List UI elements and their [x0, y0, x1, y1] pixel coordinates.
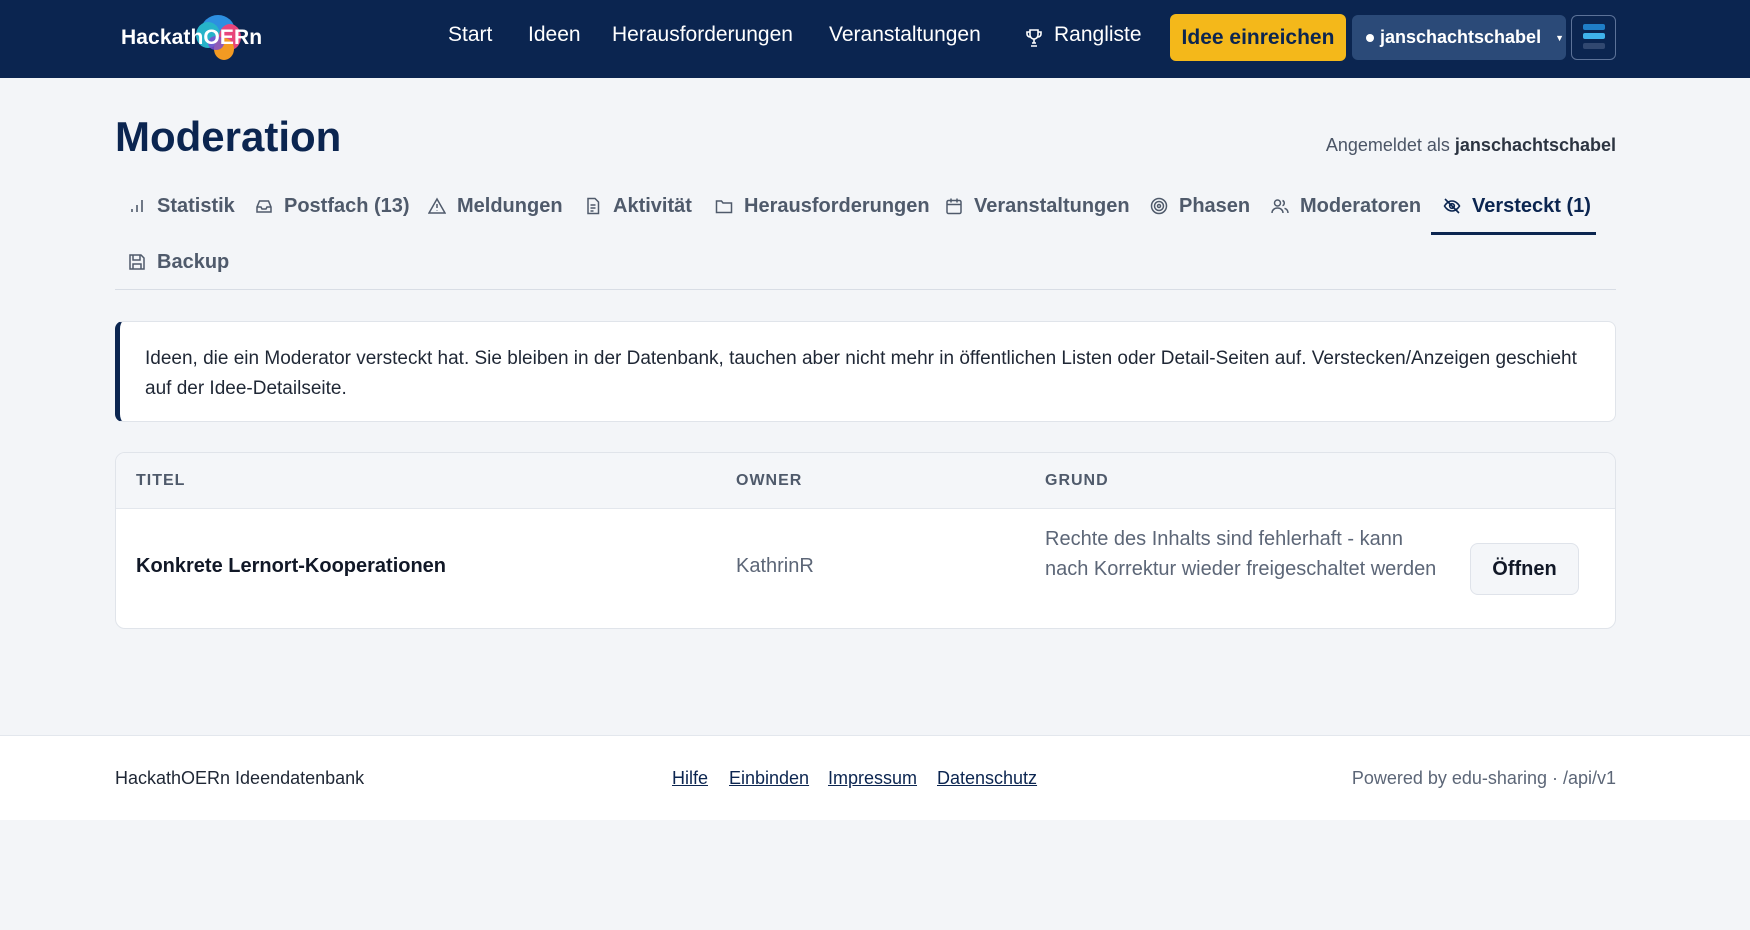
- nav-ideen[interactable]: Ideen: [528, 23, 581, 47]
- footer-brand: HackathOERn Ideendatenbank: [115, 768, 365, 788]
- tab-label: Versteckt (1): [1472, 194, 1591, 217]
- tab-label: Moderatoren: [1300, 194, 1422, 217]
- caret-down-icon: ▼: [1555, 32, 1564, 43]
- logged-in-user: janschachtschabel: [1454, 135, 1616, 155]
- nav-rangliste[interactable]: Rangliste: [1054, 23, 1142, 47]
- footer-link-impressum[interactable]: Impressum: [828, 768, 917, 789]
- tab-meldungen[interactable]: Meldungen: [428, 191, 563, 221]
- status-dot-icon: [1366, 33, 1374, 42]
- tab-herausforderungen[interactable]: Herausforderungen: [715, 191, 930, 221]
- tab-label: Phasen: [1179, 194, 1251, 217]
- save-icon: [129, 254, 145, 270]
- logged-in-prefix: Angemeldet als: [1325, 135, 1450, 155]
- bar-chart-icon: [131, 200, 143, 212]
- logo[interactable]: HackathOERn: [121, 11, 263, 65]
- tab-label: Meldungen: [457, 194, 563, 217]
- warning-icon: [428, 197, 446, 214]
- tab-veranstaltungen[interactable]: Veranstaltungen: [945, 191, 1130, 221]
- open-idea-button[interactable]: Öffnen: [1470, 543, 1579, 595]
- username-label: janschachtschabel: [1380, 27, 1542, 47]
- top-navigation-bar: HackathOERn Start Ideen Herausforderunge…: [0, 0, 1750, 78]
- tab-postfach[interactable]: Postfach (13): [255, 191, 410, 221]
- tab-label: Statistik: [157, 194, 235, 217]
- nav-start[interactable]: Start: [448, 23, 492, 47]
- eye-off-icon: [1443, 198, 1461, 214]
- stack-icon-middle: [1583, 33, 1605, 39]
- table-header: TITEL OWNER GRUND: [116, 453, 1615, 509]
- tab-statistik[interactable]: Statistik: [128, 191, 235, 221]
- footer-powered-by: Powered by edu-sharing · /api/v1: [1351, 768, 1616, 788]
- column-header-grund: GRUND: [1045, 472, 1109, 489]
- tab-versteckt[interactable]: Versteckt (1): [1443, 191, 1591, 221]
- tab-phasen[interactable]: Phasen: [1150, 191, 1250, 221]
- tab-moderatoren[interactable]: Moderatoren: [1271, 191, 1421, 221]
- active-tab-indicator: [1431, 232, 1596, 235]
- idea-owner: KathrinR: [736, 555, 814, 577]
- footer: HackathOERn Ideendatenbank Hilfe Einbind…: [0, 735, 1750, 820]
- tab-label: Herausforderungen: [744, 194, 930, 217]
- tab-label: Veranstaltungen: [974, 194, 1130, 217]
- folder-icon: [715, 200, 733, 214]
- document-icon: [587, 197, 600, 215]
- column-header-titel: TITEL: [136, 472, 186, 489]
- tab-aktivitaet[interactable]: Aktivität: [584, 191, 692, 221]
- idea-title: Konkrete Lernort-Kooperationen: [136, 555, 447, 577]
- hide-reason: Rechte des Inhalts sind fehlerhaft - kan…: [1045, 528, 1437, 580]
- stack-icon-bottom: [1583, 43, 1605, 49]
- tab-label: Backup: [157, 250, 230, 273]
- table-row: Konkrete Lernort-Kooperationen KathrinR …: [116, 509, 1615, 628]
- info-box: Ideen, die ein Moderator versteckt hat. …: [115, 321, 1616, 422]
- footer-link-einbinden[interactable]: Einbinden: [729, 768, 809, 789]
- footer-link-hilfe[interactable]: Hilfe: [672, 768, 708, 789]
- nav-veranstaltungen[interactable]: Veranstaltungen: [829, 23, 981, 47]
- stack-icon-top: [1583, 24, 1605, 30]
- footer-link-datenschutz[interactable]: Datenschutz: [937, 768, 1037, 789]
- tab-label: Aktivität: [613, 194, 692, 217]
- users-icon: [1271, 199, 1289, 214]
- target-icon: [1150, 197, 1168, 215]
- column-header-owner: OWNER: [736, 472, 803, 489]
- tab-backup[interactable]: Backup: [128, 247, 229, 277]
- logged-in-info: Angemeldet als janschachtschabel: [1326, 135, 1616, 156]
- trophy-icon: [1026, 29, 1042, 47]
- theme-toggle-button[interactable]: [1571, 15, 1616, 60]
- inbox-icon: [256, 200, 272, 213]
- submit-idea-button[interactable]: Idee einreichen: [1170, 14, 1346, 61]
- tab-label: Postfach (13): [284, 194, 410, 217]
- page-title: Moderation: [115, 113, 342, 160]
- nav-herausforderungen[interactable]: Herausforderungen: [612, 23, 793, 47]
- user-menu-button[interactable]: janschachtschabel ▼: [1352, 15, 1566, 60]
- tabs-divider: [115, 289, 1616, 290]
- hidden-ideas-table: TITEL OWNER GRUND Konkrete Lernort-Koope…: [115, 452, 1616, 629]
- calendar-icon: [946, 198, 962, 215]
- logo-text: HackathOERn: [121, 26, 263, 49]
